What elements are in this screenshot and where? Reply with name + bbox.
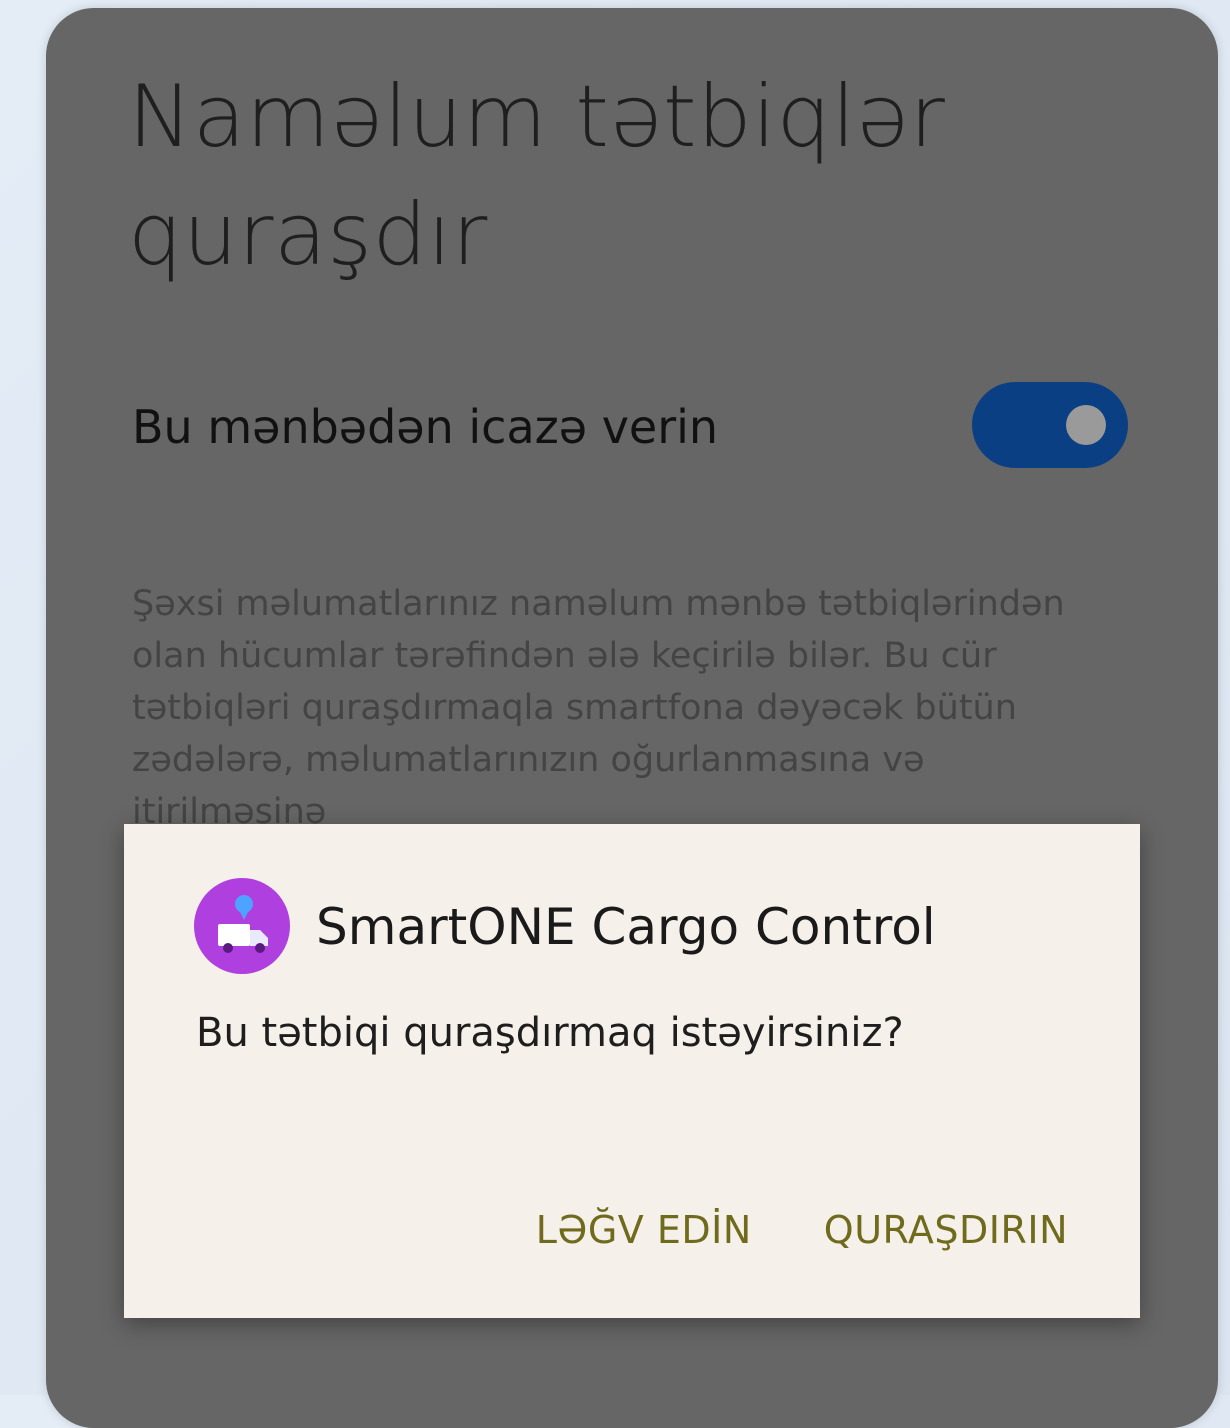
app-name: SmartONE Cargo Control (316, 898, 936, 956)
warning-text: Şəxsi məlumatlarınız naməlum mənbə tətbi… (132, 584, 1065, 832)
pin-tip (238, 908, 250, 920)
settings-screen: Naməlum tətbiqlər quraşdır Bu mənbədən i… (46, 8, 1218, 1428)
install-question: Bu tətbiqi quraşdırmaq istəyirsiniz? (196, 1010, 904, 1056)
allow-source-toggle[interactable] (972, 382, 1128, 468)
delivery-truck-icon (194, 878, 290, 974)
truck-wheel-rear (223, 943, 233, 953)
page-title: Naməlum tətbiqlər quraşdır (128, 67, 946, 285)
install-button[interactable]: QURAŞDIRIN (824, 1208, 1068, 1252)
allow-source-label: Bu mənbədən icazə verin (132, 400, 719, 454)
truck-glyph (218, 895, 268, 953)
install-dialog: SmartONE Cargo Control Bu tətbiqi quraşd… (124, 824, 1140, 1318)
truck-cargo (218, 924, 250, 946)
toggle-knob (1066, 405, 1106, 445)
truck-wheel-front (255, 943, 265, 953)
allow-source-row[interactable]: Bu mənbədən icazə verin (132, 378, 1132, 478)
cancel-button[interactable]: LƏĞV EDİN (536, 1208, 752, 1252)
dialog-header: SmartONE Cargo Control (194, 878, 1094, 974)
dialog-actions: LƏĞV EDİN QURAŞDIRIN (536, 1208, 1068, 1252)
